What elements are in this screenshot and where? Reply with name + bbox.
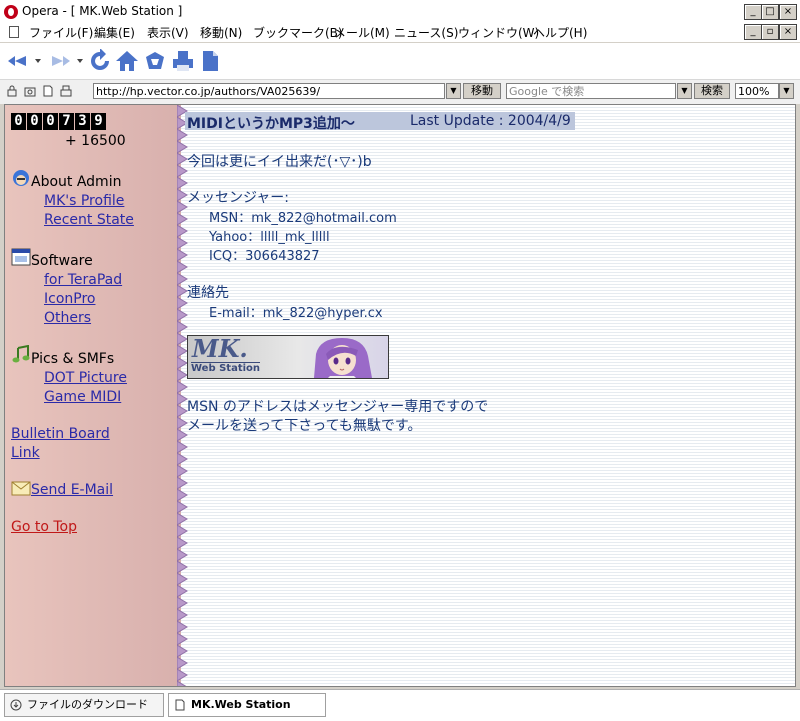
opera-logo-icon <box>4 5 18 19</box>
dot-picture-link[interactable]: DOT Picture <box>44 370 127 386</box>
close-button[interactable]: × <box>779 4 797 20</box>
reload-icon[interactable] <box>88 49 112 73</box>
menu-mail[interactable]: メール(M) <box>334 24 390 41</box>
icq-number: ICQ：306643827 <box>209 249 320 264</box>
contact-heading: 連絡先 <box>187 285 229 301</box>
tab-downloads[interactable]: ファイルのダウンロード <box>4 693 164 717</box>
iconpro-link[interactable]: IconPro <box>44 291 95 307</box>
menu-edit[interactable]: 編集(E) <box>94 24 135 41</box>
page-tab-bar: ファイルのダウンロード MK.Web Station <box>0 689 800 721</box>
menu-file[interactable]: ファイル(F) <box>29 24 93 41</box>
forward-history-chevron-icon[interactable] <box>76 57 84 65</box>
anime-character-illustration <box>314 338 372 378</box>
back-history-chevron-icon[interactable] <box>34 57 42 65</box>
send-email-link[interactable]: Send E-Mail <box>31 482 113 498</box>
link-page-link[interactable]: Link <box>11 445 40 461</box>
banner-subtitle: Web Station <box>191 362 261 374</box>
bulletin-board-link[interactable]: Bulletin Board <box>11 426 110 442</box>
profile-link[interactable]: MK's Profile <box>44 193 124 209</box>
address-toolbar: http://hp.vector.co.jp/authors/VA025639/… <box>0 79 800 104</box>
tab-mk-web-station[interactable]: MK.Web Station <box>168 693 326 717</box>
child-minimize-button[interactable]: _ <box>744 24 762 40</box>
page-icon[interactable] <box>42 85 54 97</box>
go-button[interactable]: 移動 <box>463 83 501 99</box>
zoom-dropdown[interactable]: ▼ <box>779 83 794 99</box>
counter-digit: 0 <box>11 113 26 130</box>
counter-digit: 0 <box>27 113 42 130</box>
tab-mk-web-station-label: MK.Web Station <box>191 698 291 711</box>
headline-title: MIDIというかMP3追加〜 <box>187 116 355 132</box>
menu-bookmarks[interactable]: ブックマーク(B) <box>253 24 343 41</box>
forward-arrow-icon[interactable] <box>48 49 72 73</box>
menu-window[interactable]: ウィンドウ(W) <box>458 24 539 41</box>
email-address: E-mail：mk_822@hyper.cx <box>209 306 383 321</box>
back-arrow-icon[interactable] <box>6 49 30 73</box>
hotlist-icon[interactable] <box>143 49 167 73</box>
search-engine-dropdown[interactable]: ▼ <box>677 83 692 99</box>
counter-digit: 3 <box>75 113 90 130</box>
yahoo-address: Yahoo：lllll_mk_lllll <box>209 230 330 245</box>
envelope-icon <box>11 481 31 496</box>
banner-title: MK. <box>192 335 248 363</box>
child-close-button[interactable]: × <box>779 24 797 40</box>
search-button[interactable]: 検索 <box>694 83 730 99</box>
menu-news[interactable]: ニュース(S) <box>394 24 458 41</box>
software-heading: Software <box>31 253 93 269</box>
music-note-icon <box>12 345 30 363</box>
new-page-icon[interactable] <box>198 49 222 73</box>
search-input[interactable]: Google で検索 <box>506 83 676 99</box>
terapad-link[interactable]: for TeraPad <box>44 272 122 288</box>
menu-view[interactable]: 表示(V) <box>147 24 189 41</box>
download-icon <box>10 699 22 711</box>
last-update: Last Update : 2004/4/9 <box>410 113 571 129</box>
menu-help[interactable]: ヘルプ(H) <box>533 24 587 41</box>
about-admin-heading: About Admin <box>31 174 122 190</box>
page-content: 0 0 0 7 3 9 + 16500 About Admin MK's Pro… <box>4 104 796 687</box>
home-icon[interactable] <box>115 49 139 73</box>
visit-counter: 0 0 0 7 3 9 <box>11 113 106 130</box>
menu-bar: ファイル(F) 編集(E) 表示(V) 移動(N) ブックマーク(B) メール(… <box>0 22 800 42</box>
software-window-icon <box>11 248 31 266</box>
window-title: Opera - [ MK.Web Station ] <box>22 4 183 18</box>
counter-digit: 7 <box>59 113 74 130</box>
sidebar: 0 0 0 7 3 9 + 16500 About Admin MK's Pro… <box>5 105 181 686</box>
address-input[interactable]: http://hp.vector.co.jp/authors/VA025639/ <box>93 83 445 99</box>
greeting-text: 今回は更にイイ出来だ(･▽･)b <box>187 154 372 170</box>
site-banner[interactable]: MK. Web Station <box>187 335 389 379</box>
msn-address: MSN：mk_822@hotmail.com <box>209 211 397 226</box>
tab-downloads-label: ファイルのダウンロード <box>27 698 148 711</box>
user-mode-icon[interactable] <box>60 85 72 97</box>
note-line-1: MSN のアドレスはメッセンジャー専用ですので <box>187 399 489 415</box>
pics-smfs-heading: Pics & SMFs <box>31 351 115 367</box>
counter-digit: 0 <box>43 113 58 130</box>
maximize-button[interactable]: □ <box>761 4 779 20</box>
counter-digit: 9 <box>91 113 106 130</box>
game-midi-link[interactable]: Game MIDI <box>44 389 121 405</box>
menu-navigate[interactable]: 移動(N) <box>200 24 242 41</box>
counter-offset: + 16500 <box>65 133 126 149</box>
page-icon <box>175 699 185 711</box>
print-icon[interactable] <box>171 49 195 73</box>
messenger-heading: メッセンジャー: <box>187 190 290 206</box>
go-to-top-link[interactable]: Go to Top <box>11 519 77 535</box>
navigation-toolbar <box>0 43 800 79</box>
camera-icon[interactable] <box>24 85 36 97</box>
recent-state-link[interactable]: Recent State <box>44 212 134 228</box>
others-link[interactable]: Others <box>44 310 91 326</box>
document-icon <box>9 26 19 38</box>
address-history-dropdown[interactable]: ▼ <box>446 83 461 99</box>
admin-avatar-icon <box>13 170 29 186</box>
minimize-button[interactable]: _ <box>744 4 762 20</box>
child-restore-button[interactable]: ▫ <box>761 24 779 40</box>
lock-icon[interactable] <box>6 85 18 97</box>
note-line-2: メールを送って下さっても無駄です。 <box>187 418 422 434</box>
zoom-select[interactable]: 100% <box>735 83 779 99</box>
